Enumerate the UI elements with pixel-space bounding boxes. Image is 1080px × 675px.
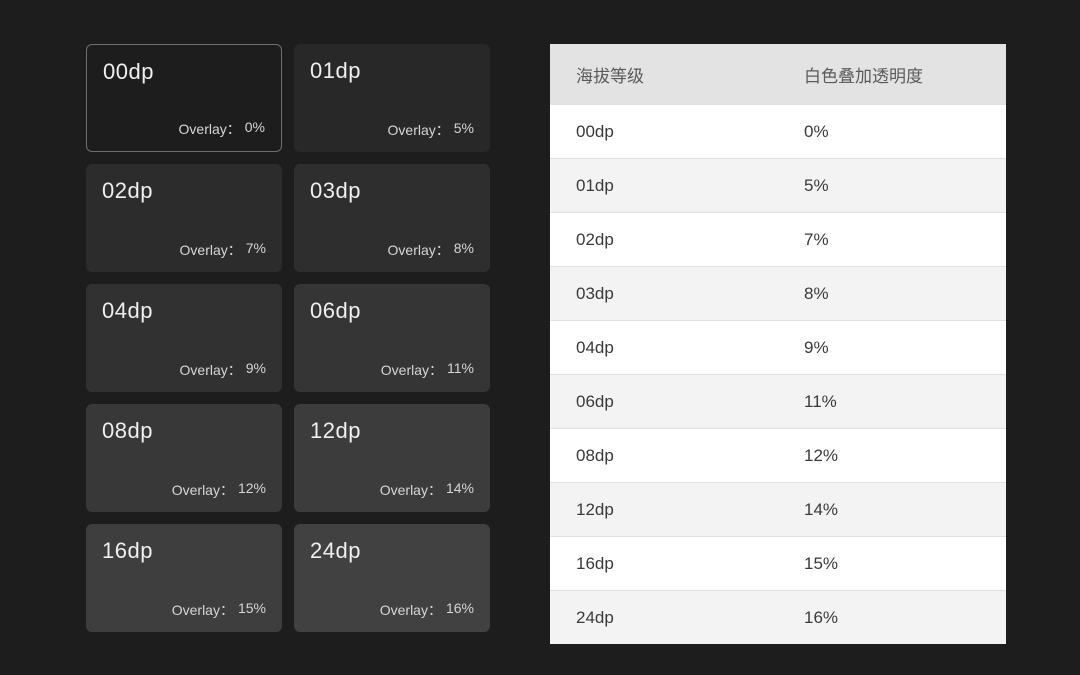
overlay-label-text: Overlay： [388, 120, 450, 140]
elevation-card: 12dp Overlay：14% [294, 404, 490, 512]
elevation-card: 06dp Overlay：11% [294, 284, 490, 392]
card-overlay-label: Overlay：8% [388, 240, 474, 260]
card-overlay-label: Overlay：7% [180, 240, 266, 260]
overlay-label-text: Overlay： [179, 119, 241, 139]
elevation-card: 16dp Overlay：15% [86, 524, 282, 632]
elevation-card: 03dp Overlay：8% [294, 164, 490, 272]
cell-elevation: 12dp [550, 500, 778, 520]
overlay-label-text: Overlay： [180, 360, 242, 380]
cell-overlay: 16% [778, 608, 1006, 628]
table-row: 04dp9% [550, 320, 1006, 374]
overlay-label-text: Overlay： [180, 240, 242, 260]
overlay-label-text: Overlay： [380, 600, 442, 620]
card-overlay-label: Overlay：15% [172, 600, 266, 620]
elevation-card: 04dp Overlay：9% [86, 284, 282, 392]
card-dp-label: 02dp [102, 178, 266, 204]
cell-overlay: 8% [778, 284, 1006, 304]
overlay-value: 16% [446, 600, 474, 620]
table-row: 06dp11% [550, 374, 1006, 428]
card-dp-label: 24dp [310, 538, 474, 564]
elevation-cards-grid: 00dpOverlay：0%01dpOverlay：5%02dpOverlay：… [86, 44, 490, 632]
cell-elevation: 06dp [550, 392, 778, 412]
overlay-value: 15% [238, 600, 266, 620]
overlay-value: 11% [447, 360, 474, 380]
overlay-value: 5% [454, 120, 474, 140]
cell-elevation: 24dp [550, 608, 778, 628]
card-dp-label: 08dp [102, 418, 266, 444]
cell-elevation: 02dp [550, 230, 778, 250]
layout: 00dpOverlay：0%01dpOverlay：5%02dpOverlay：… [0, 0, 1080, 675]
overlay-value: 0% [245, 119, 265, 139]
elevation-card: 01dp Overlay：5% [294, 44, 490, 152]
cell-overlay: 7% [778, 230, 1006, 250]
overlay-value: 14% [446, 480, 474, 500]
table-row: 16dp15% [550, 536, 1006, 590]
cell-elevation: 01dp [550, 176, 778, 196]
table-row: 02dp7% [550, 212, 1006, 266]
card-dp-label: 03dp [310, 178, 474, 204]
card-dp-label: 06dp [310, 298, 474, 324]
overlay-label-text: Overlay： [388, 240, 450, 260]
cell-elevation: 08dp [550, 446, 778, 466]
overlay-label-text: Overlay： [381, 360, 443, 380]
card-dp-label: 01dp [310, 58, 474, 84]
card-dp-label: 04dp [102, 298, 266, 324]
cell-overlay: 11% [778, 392, 1006, 412]
card-dp-label: 00dp [103, 59, 265, 85]
cell-overlay: 9% [778, 338, 1006, 358]
cell-overlay: 5% [778, 176, 1006, 196]
elevation-card: 08dp Overlay：12% [86, 404, 282, 512]
table-header-elevation: 海拔等级 [550, 62, 778, 87]
elevation-card: 24dp Overlay：16% [294, 524, 490, 632]
cell-overlay: 15% [778, 554, 1006, 574]
overlay-label-text: Overlay： [380, 480, 442, 500]
table-body: 00dp0%01dp5%02dp7%03dp8%04dp9%06dp11%08d… [550, 104, 1006, 644]
table-header-row: 海拔等级 白色叠加透明度 [550, 44, 1006, 104]
cell-overlay: 14% [778, 500, 1006, 520]
overlay-label-text: Overlay： [172, 480, 234, 500]
cell-elevation: 16dp [550, 554, 778, 574]
table-header-overlay: 白色叠加透明度 [778, 62, 1006, 87]
elevation-card: 02dp Overlay：7% [86, 164, 282, 272]
cell-elevation: 03dp [550, 284, 778, 304]
card-overlay-label: Overlay：14% [380, 480, 474, 500]
table-row: 08dp12% [550, 428, 1006, 482]
card-overlay-label: Overlay：12% [172, 480, 266, 500]
overlay-value: 7% [246, 240, 266, 260]
card-overlay-label: Overlay：9% [180, 360, 266, 380]
card-overlay-label: Overlay：0% [179, 119, 265, 139]
card-overlay-label: Overlay：5% [388, 120, 474, 140]
table-row: 12dp14% [550, 482, 1006, 536]
card-overlay-label: Overlay：11% [381, 360, 474, 380]
table-row: 00dp0% [550, 104, 1006, 158]
overlay-label-text: Overlay： [172, 600, 234, 620]
cell-elevation: 04dp [550, 338, 778, 358]
cell-overlay: 12% [778, 446, 1006, 466]
cell-elevation: 00dp [550, 122, 778, 142]
elevation-table: 海拔等级 白色叠加透明度 00dp0%01dp5%02dp7%03dp8%04d… [550, 44, 1006, 644]
overlay-value: 12% [238, 480, 266, 500]
table-row: 24dp16% [550, 590, 1006, 644]
elevation-card: 00dp Overlay：0% [86, 44, 282, 152]
overlay-value: 8% [454, 240, 474, 260]
card-dp-label: 12dp [310, 418, 474, 444]
card-dp-label: 16dp [102, 538, 266, 564]
card-overlay-label: Overlay：16% [380, 600, 474, 620]
cell-overlay: 0% [778, 122, 1006, 142]
overlay-value: 9% [246, 360, 266, 380]
table-row: 03dp8% [550, 266, 1006, 320]
table-row: 01dp5% [550, 158, 1006, 212]
